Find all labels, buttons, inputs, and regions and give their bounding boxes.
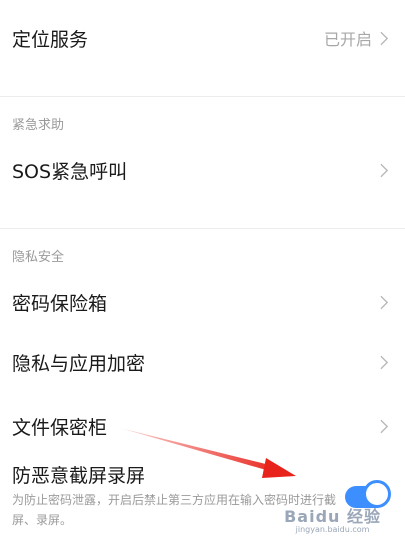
baidu-watermark: Baidu 经验 jingyan.baidu.com (284, 503, 381, 534)
sos-row[interactable]: SOS紧急呼叫 (0, 146, 405, 194)
anti-screenshot-label: 防恶意截屏录屏 (12, 464, 146, 487)
section-title-privacy: 隐私安全 (12, 250, 65, 265)
chevron-right-icon (380, 355, 389, 369)
chevron-right-icon (380, 295, 389, 309)
chevron-right-icon (380, 419, 389, 433)
location-service-row[interactable]: 定位服务 已开启 (0, 14, 405, 62)
password-box-row[interactable]: 密码保险箱 (0, 278, 405, 326)
privacy-app-lock-label: 隐私与应用加密 (12, 352, 146, 375)
anti-screenshot-row: 防恶意截屏录屏 (0, 454, 405, 494)
location-service-status: 已开启 (323, 30, 372, 49)
file-safe-row[interactable]: 文件保密柜 (0, 402, 405, 450)
watermark-url: jingyan.baidu.com (295, 525, 370, 534)
sos-label: SOS紧急呼叫 (12, 160, 128, 183)
password-box-label: 密码保险箱 (12, 292, 108, 315)
chevron-right-icon (380, 163, 389, 177)
file-safe-label: 文件保密柜 (12, 416, 108, 439)
section-title-emergency: 紧急求助 (12, 118, 65, 133)
section-divider (0, 228, 405, 229)
section-divider (0, 96, 405, 97)
watermark-logo: Baidu 经验 (284, 507, 381, 526)
privacy-app-lock-row[interactable]: 隐私与应用加密 (0, 338, 405, 386)
location-service-label: 定位服务 (12, 28, 89, 51)
chevron-right-icon (380, 31, 389, 45)
